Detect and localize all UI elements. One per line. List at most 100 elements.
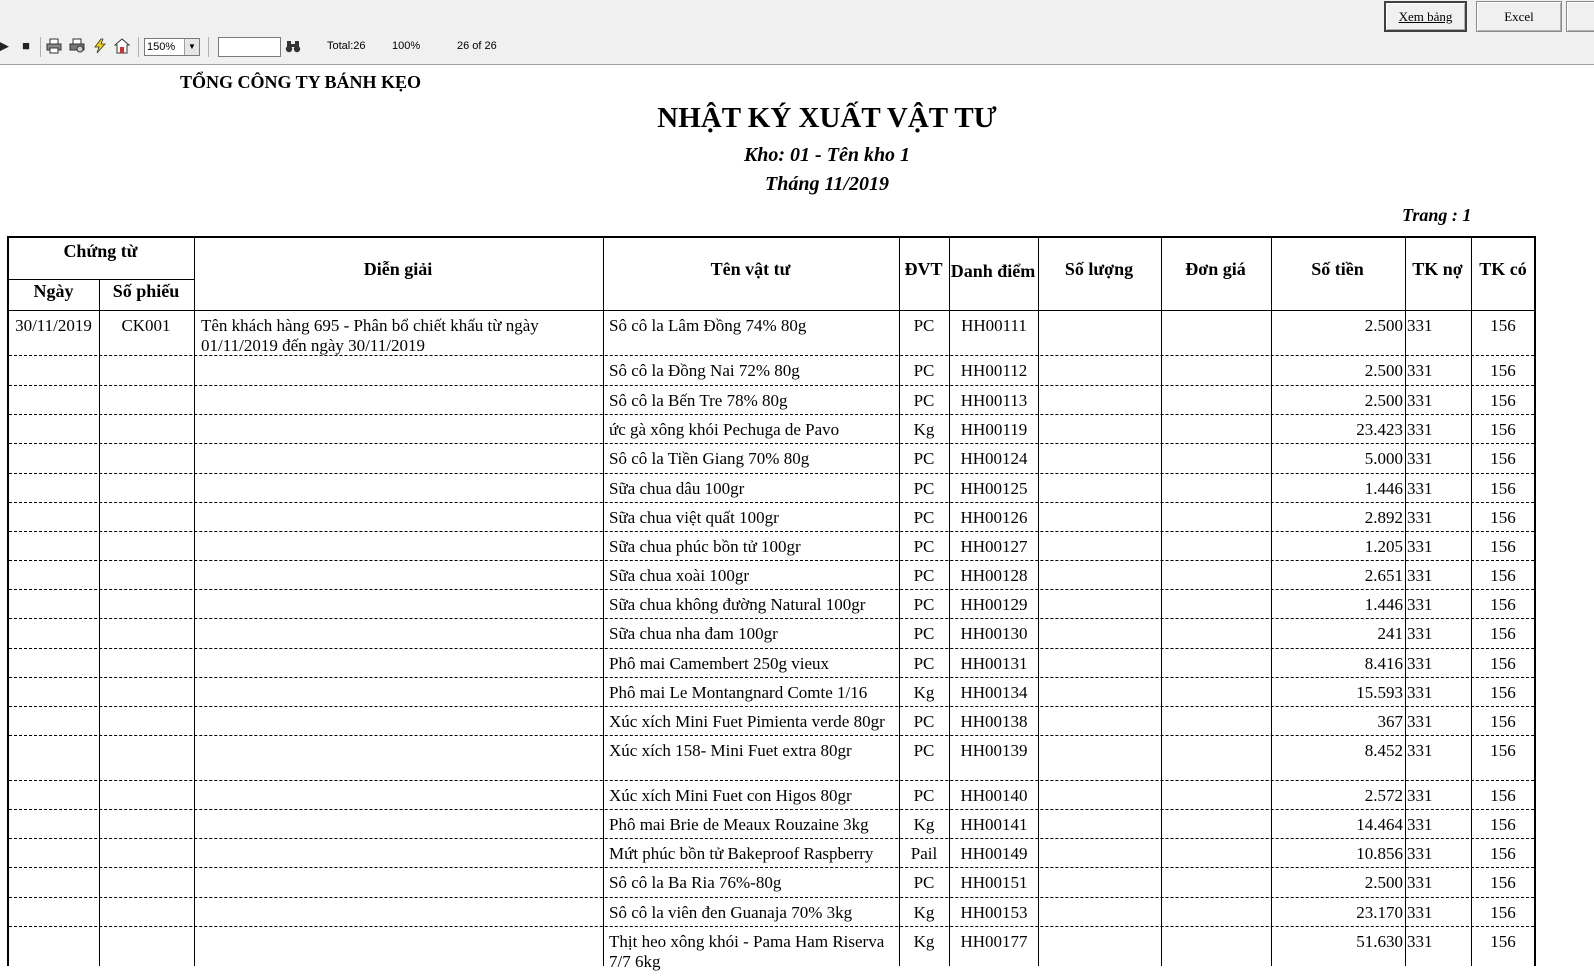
report-title: NHẬT KÝ XUẤT VẬT TƯ [657, 102, 997, 134]
cell-item-name: Sữa chua nha đam 100gr [609, 624, 778, 643]
cell-debit: 331 [1407, 786, 1433, 805]
cell-unit: Kg [913, 932, 935, 951]
cell-debit: 331 [1407, 654, 1433, 673]
view-table-button[interactable]: Xem bảng [1384, 1, 1467, 32]
cell-amount: 23.170 [1356, 903, 1403, 922]
page-counter: 26 of 26 [457, 40, 497, 52]
cell-unit: PC [913, 391, 935, 410]
cell-debit: 331 [1407, 903, 1433, 922]
cell-item-name: ức gà xông khói Pechuga de Pavo [609, 420, 840, 439]
cell-item-code: HH00127 [960, 537, 1028, 556]
cell-unit: PC [913, 566, 935, 585]
row-separator [9, 531, 1534, 532]
column-divider [949, 238, 950, 966]
stop-icon[interactable]: ■ [18, 38, 34, 54]
header-item-name: Tên vật tư [710, 259, 791, 279]
row-separator [9, 926, 1534, 927]
cell-item-code: HH00111 [961, 316, 1027, 335]
cell-item-code: HH00112 [960, 361, 1028, 380]
cell-unit: PC [913, 786, 935, 805]
cell-debit: 331 [1407, 420, 1433, 439]
cell-credit: 156 [1490, 786, 1516, 805]
cell-credit: 156 [1490, 508, 1516, 527]
zoom-select[interactable]: 150% ▼ [144, 38, 200, 56]
cell-amount: 15.593 [1356, 683, 1403, 702]
cell-amount: 2.500 [1364, 316, 1403, 335]
cell-unit: Kg [913, 903, 935, 922]
row-separator [9, 677, 1534, 678]
cell-amount: 2.500 [1364, 391, 1403, 410]
cell-item-name: Sữa chua việt quất 100gr [609, 508, 779, 527]
row-separator [9, 560, 1534, 561]
cell-credit: 156 [1490, 873, 1516, 892]
export-icon[interactable] [113, 38, 131, 54]
cell-debit: 331 [1407, 479, 1433, 498]
row-separator [9, 648, 1534, 649]
cell-amount: 2.500 [1364, 361, 1403, 380]
row-separator [9, 838, 1534, 839]
report-table: Chứng từ Ngày Số phiếu Diễn giải Tên vật… [7, 236, 1536, 971]
cell-amount: 10.856 [1356, 844, 1403, 863]
excel-button[interactable]: Excel [1476, 1, 1562, 32]
refresh-lightning-icon[interactable] [92, 38, 108, 54]
row-separator [9, 589, 1534, 590]
excel-button-label: Excel [1504, 8, 1534, 24]
cell-debit: 331 [1407, 595, 1433, 614]
cell-unit: PC [913, 654, 935, 673]
row-separator [9, 502, 1534, 503]
cell-debit: 331 [1407, 683, 1433, 702]
cell-amount: 1.446 [1364, 595, 1403, 614]
cell-amount: 8.416 [1364, 654, 1403, 673]
row-separator [9, 867, 1534, 868]
chevron-down-icon[interactable]: ▼ [184, 39, 199, 55]
find-binoculars-icon[interactable] [285, 38, 301, 54]
cell-debit: 331 [1407, 932, 1433, 951]
partial-button[interactable] [1566, 1, 1594, 32]
cell-item-name: Thịt heo xông khói - Pama Ham Riserva 7/… [609, 932, 885, 971]
cell-date: 30/11/2019 [15, 316, 92, 335]
cell-item-code: HH00141 [960, 815, 1028, 834]
column-divider [1038, 238, 1039, 966]
cell-item-code: HH00138 [960, 712, 1028, 731]
cell-description: Tên khách hàng 695 - Phân bổ chiết khấu … [201, 316, 539, 355]
cell-item-name: Sô cô la Tiền Giang 70% 80g [609, 449, 810, 468]
cell-unit: PC [913, 624, 935, 643]
company-name: TỔNG CÔNG TY BÁNH KẸO [180, 72, 422, 92]
header-unit-price: Đơn giá [1185, 259, 1246, 279]
cell-debit: 331 [1407, 449, 1433, 468]
cell-credit: 156 [1490, 449, 1516, 468]
cell-item-code: HH00153 [960, 903, 1028, 922]
cell-credit: 156 [1490, 391, 1516, 410]
cell-item-name: Xúc xích 158- Mini Fuet extra 80gr [609, 741, 852, 760]
cell-item-code: HH00126 [960, 508, 1028, 527]
cell-item-code: HH00177 [960, 932, 1028, 951]
row-separator [9, 443, 1534, 444]
cell-debit: 331 [1407, 815, 1433, 834]
print-icon[interactable] [46, 38, 62, 54]
header-quantity: Số lượng [1064, 259, 1134, 279]
cell-credit: 156 [1490, 479, 1516, 498]
period-label: Tháng 11/2019 [765, 173, 889, 195]
search-input[interactable] [218, 37, 281, 57]
cell-item-code: HH00130 [960, 624, 1028, 643]
cell-item-code: HH00140 [960, 786, 1028, 805]
last-page-icon[interactable]: ▶ [0, 38, 12, 54]
cell-amount: 23.423 [1356, 420, 1403, 439]
row-separator [9, 706, 1534, 707]
cell-amount: 2.892 [1364, 508, 1403, 527]
cell-amount: 51.630 [1356, 932, 1403, 951]
cell-credit: 156 [1490, 654, 1516, 673]
cell-credit: 156 [1490, 844, 1516, 863]
cell-amount: 14.464 [1356, 815, 1403, 834]
cell-unit: Kg [913, 683, 935, 702]
header-voucher-group: Chứng từ [63, 241, 138, 261]
row-separator [9, 618, 1534, 619]
cell-unit: PC [913, 712, 935, 731]
cell-item-name: Sữa chua phúc bồn tử 100gr [609, 537, 801, 556]
view-table-button-label: Xem bảng [1398, 8, 1453, 24]
cell-credit: 156 [1490, 566, 1516, 585]
column-divider [1161, 238, 1162, 966]
print-setup-icon[interactable] [69, 38, 85, 54]
cell-item-code: HH00151 [960, 873, 1028, 892]
column-divider [99, 279, 100, 966]
